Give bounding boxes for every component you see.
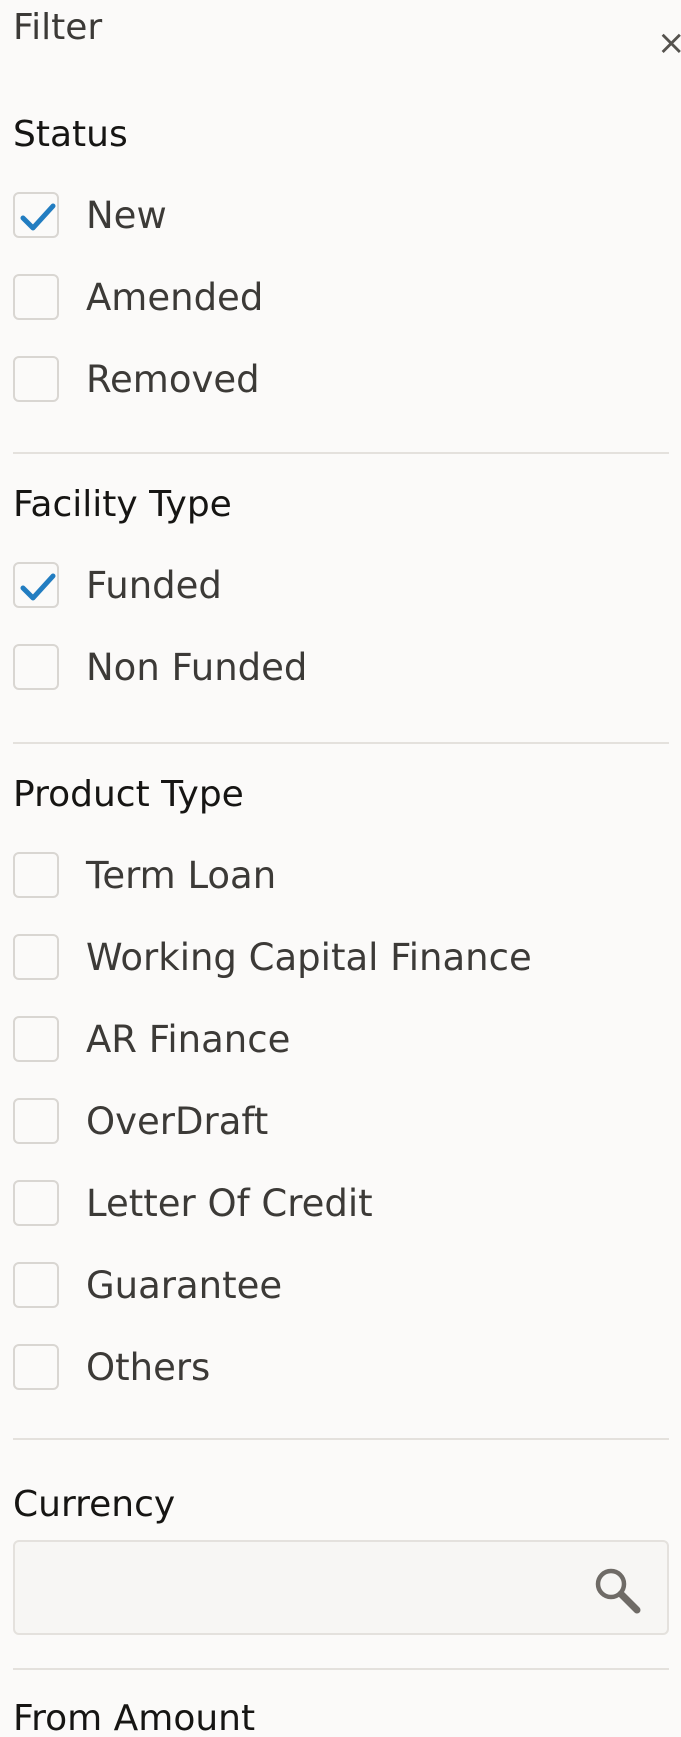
product-option-working-capital-finance[interactable]: Working Capital Finance <box>13 932 532 982</box>
status-option-new[interactable]: New <box>13 190 167 240</box>
panel-title: Filter <box>13 7 103 48</box>
checkbox-label: Non Funded <box>86 645 308 689</box>
divider <box>13 742 669 744</box>
currency-section-title: Currency <box>13 1484 176 1525</box>
status-option-amended[interactable]: Amended <box>13 272 263 322</box>
checkbox[interactable] <box>13 1344 59 1390</box>
checkbox-label: Working Capital Finance <box>86 935 532 979</box>
checkbox-label: Letter Of Credit <box>86 1181 373 1225</box>
checkbox[interactable] <box>13 274 59 320</box>
checkbox-label: AR Finance <box>86 1017 291 1061</box>
checkbox[interactable] <box>13 1262 59 1308</box>
checkbox[interactable] <box>13 852 59 898</box>
checkbox-label: OverDraft <box>86 1099 269 1143</box>
checkbox-label: Funded <box>86 563 222 607</box>
product-option-ar-finance[interactable]: AR Finance <box>13 1014 290 1064</box>
divider <box>13 452 669 454</box>
checkbox-checked[interactable] <box>13 562 59 608</box>
checkbox[interactable] <box>13 1098 59 1144</box>
status-option-removed[interactable]: Removed <box>13 354 260 404</box>
from-amount-section-title: From Amount <box>13 1698 256 1737</box>
checkbox[interactable] <box>13 934 59 980</box>
filter-panel: Filter × Status New Amended Removed Faci… <box>0 0 681 1737</box>
facility-option-funded[interactable]: Funded <box>13 560 222 610</box>
divider <box>13 1668 669 1670</box>
checkbox-label: Guarantee <box>86 1263 283 1307</box>
checkbox-label: Others <box>86 1345 211 1389</box>
checkbox-label: Removed <box>86 357 260 401</box>
facility-option-non-funded[interactable]: Non Funded <box>13 642 307 692</box>
checkbox-label: New <box>86 193 167 237</box>
search-icon[interactable] <box>589 1562 645 1618</box>
currency-input[interactable] <box>27 1552 587 1624</box>
close-icon[interactable]: × <box>657 26 681 60</box>
checkbox[interactable] <box>13 1016 59 1062</box>
product-option-letter-of-credit[interactable]: Letter Of Credit <box>13 1178 373 1228</box>
checkbox[interactable] <box>13 644 59 690</box>
status-section-title: Status <box>13 114 128 155</box>
divider <box>13 1438 669 1440</box>
checkbox-label: Amended <box>86 275 264 319</box>
checkbox[interactable] <box>13 356 59 402</box>
product-option-term-loan[interactable]: Term Loan <box>13 850 276 900</box>
product-option-guarantee[interactable]: Guarantee <box>13 1260 282 1310</box>
product-option-overdraft[interactable]: OverDraft <box>13 1096 268 1146</box>
facility-type-section-title: Facility Type <box>13 484 232 525</box>
checkbox-label: Term Loan <box>86 853 277 897</box>
checkbox-checked[interactable] <box>13 192 59 238</box>
product-type-section-title: Product Type <box>13 774 244 815</box>
product-option-others[interactable]: Others <box>13 1342 210 1392</box>
currency-search-field[interactable] <box>13 1540 669 1635</box>
checkbox[interactable] <box>13 1180 59 1226</box>
